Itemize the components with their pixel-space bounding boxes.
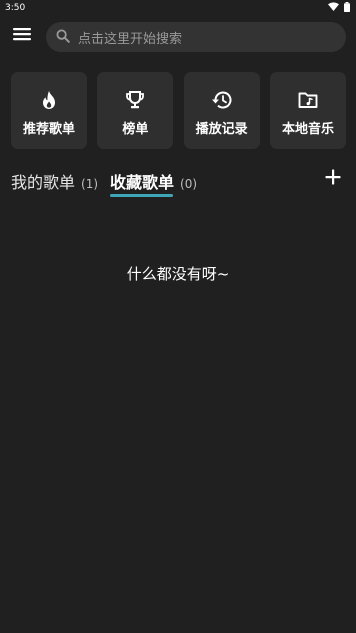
menu-button[interactable]	[10, 26, 34, 46]
playlist-tabs: 我的歌单 (1) 收藏歌单 (0)	[0, 166, 356, 200]
plus-icon	[325, 169, 341, 189]
charts-button[interactable]: 榜单	[97, 72, 174, 149]
status-icons	[328, 1, 350, 15]
quick-access-row: 推荐歌单 榜单 播放记录 本地音乐	[11, 72, 346, 149]
play-history-label: 播放记录	[195, 122, 248, 137]
search-input[interactable]: 点击这里开始搜索	[46, 22, 346, 52]
play-history-button[interactable]: 播放记录	[183, 72, 260, 149]
search-placeholder: 点击这里开始搜索	[78, 31, 183, 47]
local-music-label: 本地音乐	[281, 122, 334, 137]
wifi-icon	[328, 2, 339, 14]
status-time: 3:50	[5, 3, 26, 13]
top-bar: 点击这里开始搜索	[0, 20, 356, 54]
tab-my-playlists[interactable]: 我的歌单 (1)	[11, 169, 98, 193]
tab-favorite-playlists-count: (0)	[180, 177, 198, 191]
search-icon	[56, 28, 70, 47]
status-bar: 3:50	[0, 0, 356, 16]
trophy-icon	[124, 89, 146, 111]
battery-icon	[344, 1, 350, 15]
menu-icon	[12, 26, 32, 46]
history-icon	[211, 89, 233, 111]
flame-icon	[38, 89, 60, 111]
tab-favorite-playlists-label: 收藏歌单	[110, 173, 175, 192]
tab-my-playlists-count: (1)	[81, 177, 99, 191]
charts-label: 榜单	[122, 122, 149, 137]
local-music-button[interactable]: 本地音乐	[269, 72, 346, 149]
add-playlist-button[interactable]	[322, 168, 344, 190]
tab-my-playlists-label: 我的歌单	[11, 173, 76, 192]
empty-state-message: 什么都没有呀~	[126, 265, 230, 283]
recommended-playlists-button[interactable]: 推荐歌单	[11, 72, 87, 149]
tab-favorite-playlists[interactable]: 收藏歌单 (0)	[110, 169, 197, 193]
tab-active-indicator	[110, 194, 173, 197]
recommended-playlists-label: 推荐歌单	[22, 122, 75, 137]
folder-music-icon	[297, 89, 319, 111]
